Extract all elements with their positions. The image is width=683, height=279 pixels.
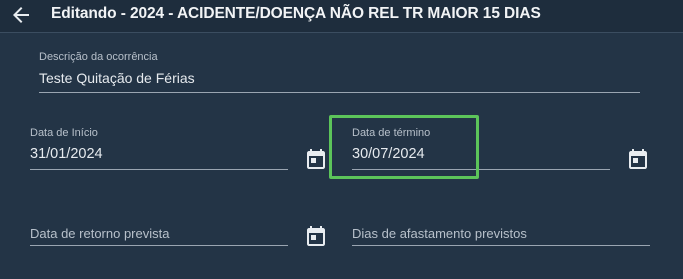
return-date-underline bbox=[30, 245, 288, 246]
description-value: Teste Quitação de Férias bbox=[39, 70, 195, 86]
end-date-label: Data de término bbox=[352, 127, 431, 139]
start-date-label: Data de Início bbox=[30, 127, 98, 139]
description-underline bbox=[39, 92, 640, 93]
return-date-calendar-icon[interactable] bbox=[306, 225, 326, 247]
description-label: Descrição da ocorrência bbox=[39, 51, 158, 63]
end-date-calendar-icon[interactable] bbox=[628, 148, 648, 170]
page-title: Editando - 2024 - ACIDENTE/DOENÇA NÃO RE… bbox=[51, 5, 541, 22]
return-date-field[interactable]: Data de retorno prevista bbox=[30, 226, 288, 246]
back-arrow-icon[interactable] bbox=[9, 3, 33, 27]
description-field[interactable]: Descrição da ocorrência Teste Quitação d… bbox=[39, 51, 640, 94]
top-app-bar: Editando - 2024 - ACIDENTE/DOENÇA NÃO RE… bbox=[0, 0, 683, 33]
end-date-field[interactable]: Data de término 30/07/2024 bbox=[352, 127, 610, 171]
start-date-underline bbox=[30, 169, 288, 170]
end-date-underline bbox=[352, 169, 610, 170]
start-date-field[interactable]: Data de Início 31/01/2024 bbox=[30, 127, 288, 171]
end-date-value: 30/07/2024 bbox=[352, 146, 425, 162]
leave-days-field[interactable]: Dias de afastamento previstos bbox=[352, 226, 650, 246]
start-date-value: 31/01/2024 bbox=[30, 146, 103, 162]
leave-days-underline bbox=[352, 245, 650, 246]
return-date-placeholder: Data de retorno prevista bbox=[30, 226, 170, 241]
start-date-calendar-icon[interactable] bbox=[306, 148, 326, 170]
leave-days-placeholder: Dias de afastamento previstos bbox=[352, 226, 527, 241]
